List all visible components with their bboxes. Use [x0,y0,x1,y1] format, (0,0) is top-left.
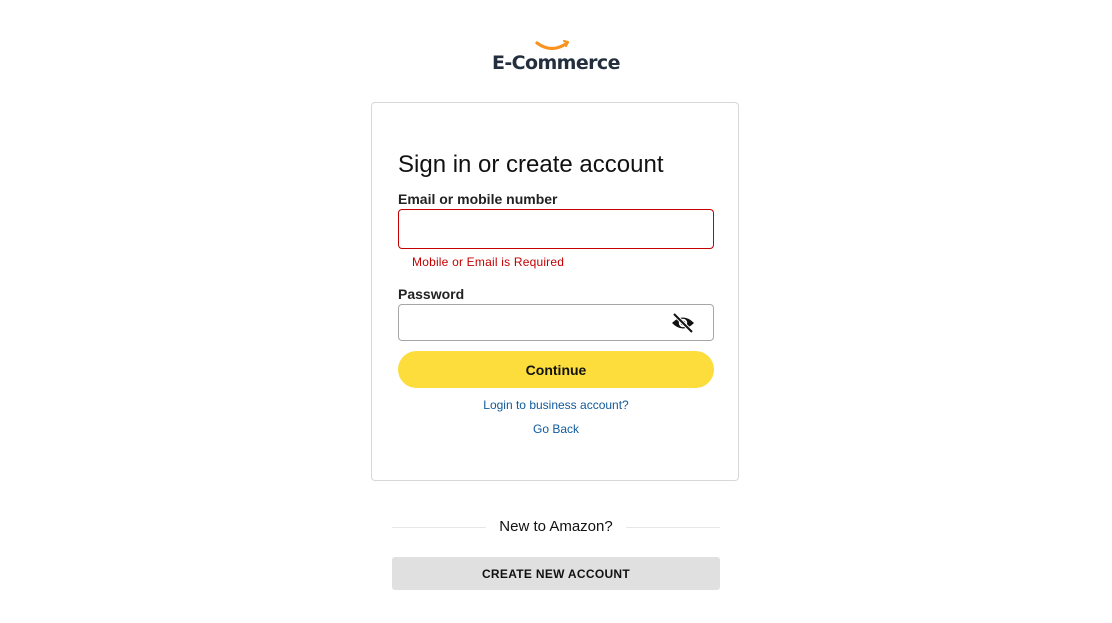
email-label: Email or mobile number [398,191,558,207]
eye-off-icon [672,313,694,333]
go-back-link[interactable]: Go Back [398,422,714,436]
continue-button[interactable]: Continue [398,351,714,388]
password-visibility-toggle[interactable] [670,311,696,335]
page-title: Sign in or create account [398,151,664,178]
divider-line-right [626,527,720,528]
brand-logo[interactable]: E-Commerce [488,38,624,78]
email-field[interactable] [398,209,714,249]
signin-card: Sign in or create account Email or mobil… [371,102,739,481]
password-field[interactable] [398,304,714,341]
password-label: Password [398,286,465,302]
create-account-button[interactable]: CREATE NEW ACCOUNT [392,557,720,590]
email-error-message: Mobile or Email is Required [412,255,565,269]
new-account-divider: New to Amazon? [392,517,720,537]
login-page: E-Commerce Sign in or create account Ema… [0,0,1112,623]
brand-name: E-Commerce [492,52,620,74]
business-login-link[interactable]: Login to business account? [398,398,714,412]
